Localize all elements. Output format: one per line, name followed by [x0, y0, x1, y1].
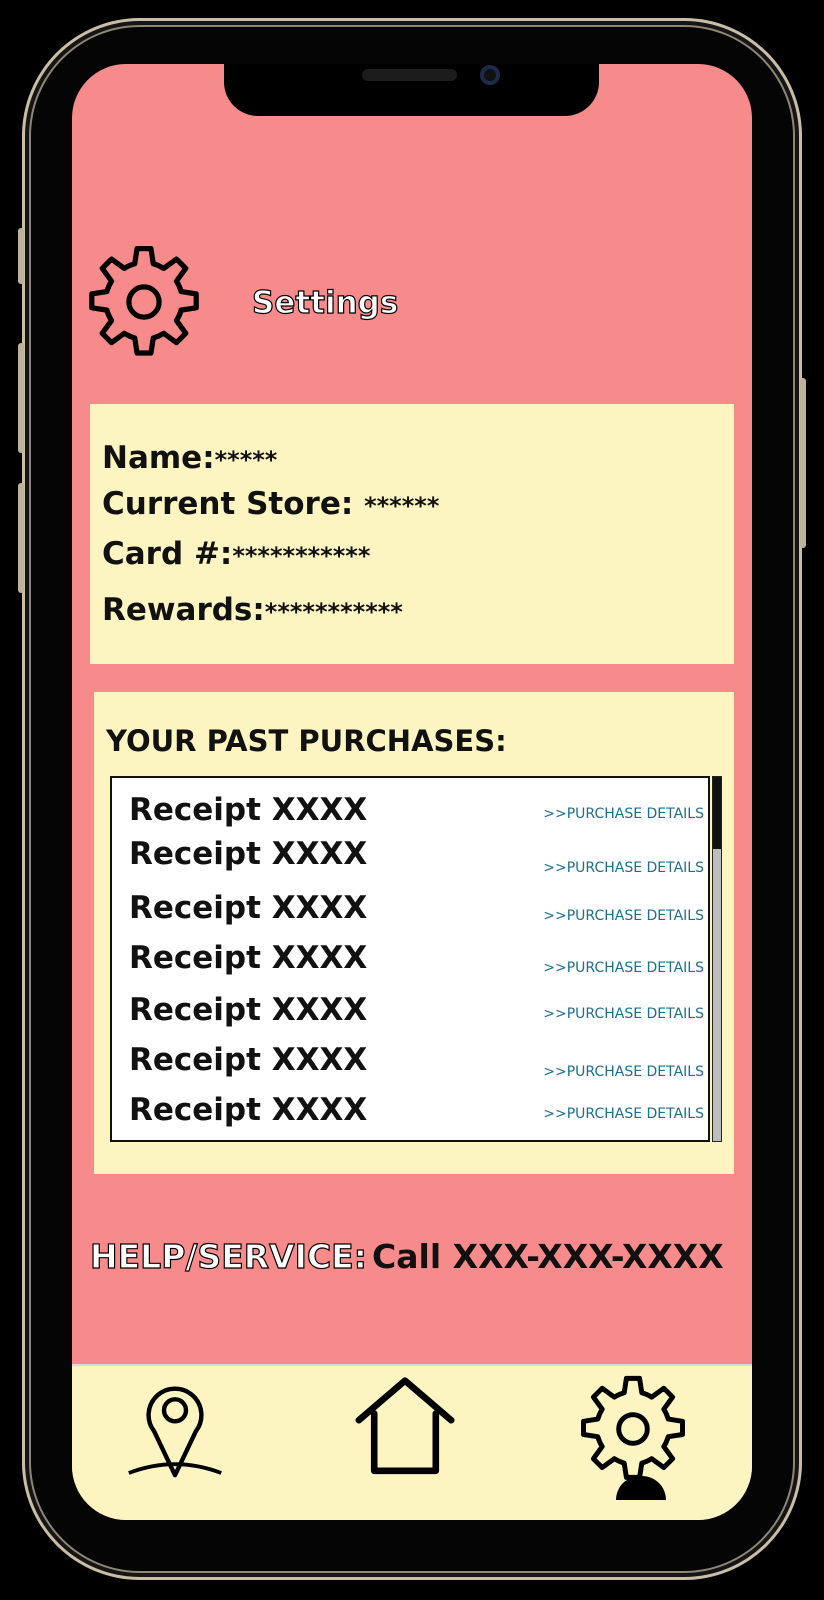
- list-item[interactable]: Receipt XXXX >>PURCHASE DETAILS: [112, 940, 708, 980]
- purchase-details-link[interactable]: >>PURCHASE DETAILS: [543, 1106, 704, 1122]
- account-rewards: Rewards:***********: [102, 592, 403, 628]
- volume-down-button: [18, 483, 24, 593]
- receipt-label: Receipt XXXX: [129, 940, 368, 976]
- purchase-details-link[interactable]: >>PURCHASE DETAILS: [543, 1064, 704, 1080]
- store-label: Current Store:: [102, 486, 354, 522]
- account-name: Name:*****: [102, 440, 277, 476]
- purchase-list[interactable]: Receipt XXXX >>PURCHASE DETAILS Receipt …: [110, 776, 710, 1142]
- rewards-label: Rewards:: [102, 592, 265, 628]
- list-item[interactable]: Receipt XXXX >>PURCHASE DETAILS: [112, 836, 708, 876]
- home-icon[interactable]: [350, 1374, 460, 1484]
- card-label: Card #:: [102, 536, 233, 572]
- purchase-details-link[interactable]: >>PURCHASE DETAILS: [543, 860, 704, 876]
- account-current-store: Current Store: ******: [102, 486, 439, 522]
- rewards-value: ***********: [264, 598, 403, 626]
- list-item[interactable]: Receipt XXXX >>PURCHASE DETAILS: [112, 1042, 708, 1082]
- speaker-grille: [362, 69, 457, 81]
- receipt-label: Receipt XXXX: [129, 992, 368, 1028]
- purchases-title: YOUR PAST PURCHASES:: [106, 724, 507, 758]
- power-button: [800, 378, 806, 548]
- notch: [224, 64, 599, 116]
- mute-switch: [18, 228, 24, 284]
- purchase-list-scrollbar[interactable]: [712, 776, 722, 1142]
- purchase-details-link[interactable]: >>PURCHASE DETAILS: [543, 908, 704, 924]
- help-phone[interactable]: Call XXX-XXX-XXXX: [372, 1237, 724, 1276]
- store-value: ******: [364, 492, 440, 520]
- receipt-label: Receipt XXXX: [129, 1042, 368, 1078]
- list-item[interactable]: Receipt XXXX >>PURCHASE DETAILS: [112, 792, 708, 832]
- scrollbar-thumb[interactable]: [713, 777, 721, 849]
- bottom-nav: [72, 1364, 752, 1520]
- help-label: HELP/SERVICE:: [89, 1236, 367, 1276]
- receipt-label: Receipt XXXX: [129, 1092, 368, 1128]
- purchase-details-link[interactable]: >>PURCHASE DETAILS: [543, 1006, 704, 1022]
- location-pin-icon[interactable]: [120, 1374, 230, 1484]
- name-label: Name:: [102, 440, 215, 476]
- purchase-details-link[interactable]: >>PURCHASE DETAILS: [543, 806, 704, 822]
- list-item[interactable]: Receipt XXXX >>PURCHASE DETAILS: [112, 1092, 708, 1132]
- help-service-line: HELP/SERVICE: Call XXX-XXX-XXXX: [89, 1236, 724, 1276]
- receipt-label: Receipt XXXX: [129, 792, 368, 828]
- list-item[interactable]: Receipt XXXX >>PURCHASE DETAILS: [112, 890, 708, 930]
- receipt-label: Receipt XXXX: [129, 890, 368, 926]
- gear-icon[interactable]: [578, 1374, 688, 1484]
- screen: Settings Name:***** Current Store: *****…: [72, 64, 752, 1520]
- volume-up-button: [18, 343, 24, 453]
- list-item[interactable]: Receipt XXXX >>PURCHASE DETAILS: [112, 992, 708, 1032]
- front-camera: [480, 65, 500, 85]
- page-title: Settings: [251, 284, 399, 321]
- purchase-details-link[interactable]: >>PURCHASE DETAILS: [543, 960, 704, 976]
- receipt-label: Receipt XXXX: [129, 836, 368, 872]
- gear-icon[interactable]: [86, 244, 202, 360]
- card-value: ***********: [232, 542, 371, 570]
- account-info-card: Name:***** Current Store: ****** Card #:…: [90, 404, 734, 664]
- name-value: *****: [214, 446, 278, 474]
- account-card-number: Card #:***********: [102, 536, 370, 572]
- past-purchases-card: YOUR PAST PURCHASES: Receipt XXXX >>PURC…: [94, 692, 734, 1174]
